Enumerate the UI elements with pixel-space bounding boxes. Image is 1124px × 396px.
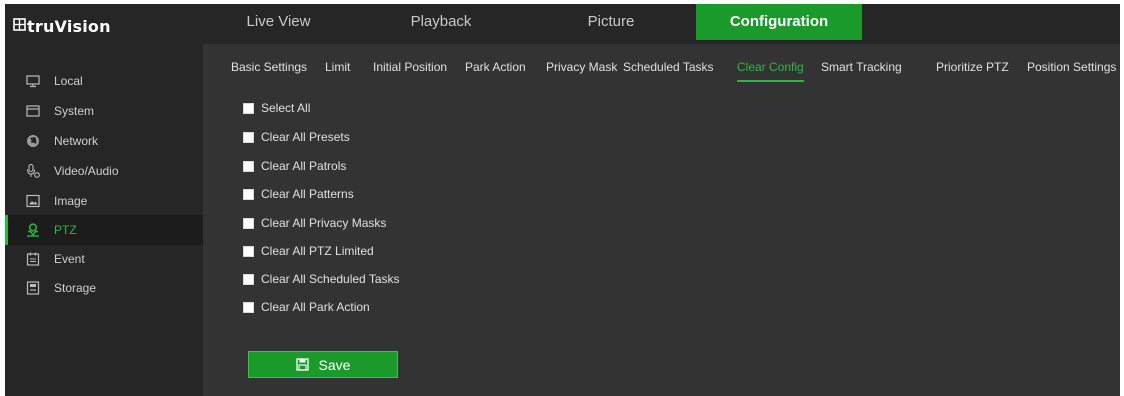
clear-scheduled-tasks-checkbox[interactable]: [243, 273, 254, 285]
sidebar-item-label: Storage: [54, 281, 97, 295]
tab-configuration[interactable]: Configuration: [696, 4, 862, 40]
option-label: Clear All Patrols: [261, 159, 347, 173]
clear-patrols-checkbox[interactable]: [243, 160, 254, 172]
clear-park-action-checkbox[interactable]: [243, 301, 254, 313]
monitor-icon: [26, 74, 40, 88]
select-all-checkbox[interactable]: [243, 102, 254, 114]
globe-icon: [26, 134, 40, 148]
window-icon: [26, 104, 40, 118]
subtab-clear-config[interactable]: Clear Config: [737, 52, 804, 82]
clear-ptz-limited-option[interactable]: Clear All PTZ Limited: [243, 243, 374, 259]
subtab-prioritize-ptz[interactable]: Prioritize PTZ: [936, 52, 1009, 82]
subtab-scheduled-tasks[interactable]: Scheduled Tasks: [623, 52, 714, 82]
floppy-disk-icon: [295, 358, 309, 371]
sidebar-item-network[interactable]: Network: [5, 127, 203, 155]
sidebar-item-event[interactable]: Event: [5, 245, 203, 273]
storage-icon: [26, 281, 40, 295]
sidebar-item-local[interactable]: Local: [5, 67, 203, 95]
sidebar: Local System Network Video/Audio Image P…: [5, 44, 203, 396]
sidebar-item-label: Image: [54, 194, 88, 208]
sidebar-item-system[interactable]: System: [5, 97, 203, 125]
clear-presets-checkbox[interactable]: [243, 131, 254, 143]
sidebar-item-label: Network: [54, 134, 99, 148]
subtab-basic-settings[interactable]: Basic Settings: [231, 52, 307, 82]
sidebar-item-storage[interactable]: Storage: [5, 274, 203, 302]
ptz-icon: [26, 223, 40, 237]
tab-live-view[interactable]: Live View: [201, 4, 356, 40]
image-icon: [26, 194, 40, 208]
clear-privacy-masks-checkbox[interactable]: [243, 217, 254, 229]
sidebar-item-label: Event: [54, 252, 85, 266]
clear-privacy-masks-option[interactable]: Clear All Privacy Masks: [243, 215, 386, 231]
sidebar-item-label: Video/Audio: [54, 164, 119, 178]
logo-mark-icon: [13, 18, 26, 31]
microphone-icon: [26, 164, 40, 178]
option-label: Select All: [261, 101, 311, 115]
sidebar-item-label: System: [54, 104, 95, 118]
subtab-limit[interactable]: Limit: [325, 52, 350, 82]
app-frame: truVision Live View Playback Picture Con…: [5, 4, 1120, 396]
option-label: Clear All Scheduled Tasks: [261, 272, 400, 286]
option-label: Clear All Privacy Masks: [261, 216, 387, 230]
save-button-label: Save: [318, 356, 351, 373]
clear-scheduled-tasks-option[interactable]: Clear All Scheduled Tasks: [243, 271, 400, 287]
clear-presets-option[interactable]: Clear All Presets: [243, 129, 350, 145]
clear-park-action-option[interactable]: Clear All Park Action: [243, 299, 370, 315]
brand-logo: truVision: [13, 14, 111, 36]
select-all-option[interactable]: Select All: [243, 100, 310, 116]
sidebar-item-video-audio[interactable]: Video/Audio: [5, 157, 203, 185]
clear-patterns-option[interactable]: Clear All Patterns: [243, 186, 354, 202]
clear-patterns-checkbox[interactable]: [243, 188, 254, 200]
option-label: Clear All Park Action: [261, 300, 370, 314]
option-label: Clear All Presets: [261, 130, 350, 144]
subtab-privacy-mask[interactable]: Privacy Mask: [546, 52, 617, 82]
sidebar-item-label: PTZ: [54, 223, 77, 237]
calendar-icon: [26, 252, 40, 266]
subtab-initial-position[interactable]: Initial Position: [373, 52, 447, 82]
sidebar-item-image[interactable]: Image: [5, 187, 203, 215]
save-button[interactable]: Save: [248, 351, 398, 378]
tab-playback[interactable]: Playback: [356, 4, 526, 40]
subtab-smart-tracking[interactable]: Smart Tracking: [821, 52, 902, 82]
subtab-park-action[interactable]: Park Action: [465, 52, 526, 82]
tab-picture[interactable]: Picture: [526, 4, 696, 40]
option-label: Clear All Patterns: [261, 187, 354, 201]
sidebar-item-label: Local: [54, 74, 83, 88]
clear-patrols-option[interactable]: Clear All Patrols: [243, 158, 346, 174]
brand-name: truVision: [27, 17, 111, 36]
clear-ptz-limited-checkbox[interactable]: [243, 245, 254, 257]
top-navigation-bar: truVision Live View Playback Picture Con…: [5, 4, 1120, 44]
subtab-position-settings[interactable]: Position Settings: [1027, 52, 1116, 82]
sidebar-item-ptz[interactable]: PTZ: [5, 215, 203, 245]
option-label: Clear All PTZ Limited: [261, 244, 374, 258]
